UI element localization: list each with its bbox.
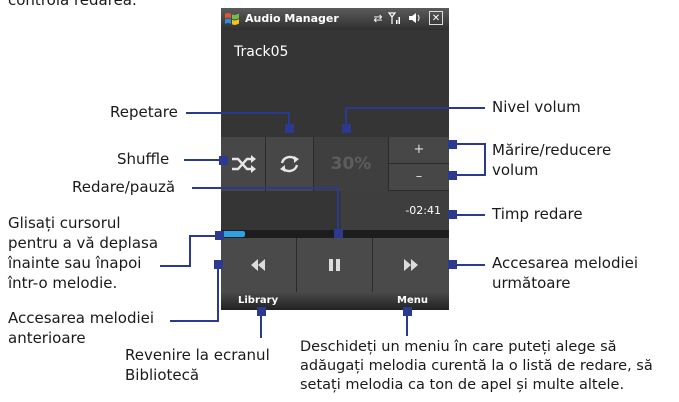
label-previous: Accesarea melodiei anterioare bbox=[8, 309, 155, 347]
label-volume-adjust: Mărire/reducere volum bbox=[492, 141, 612, 179]
label-shuffle: Shuffle bbox=[117, 150, 170, 168]
play-pause-button[interactable] bbox=[297, 238, 372, 292]
next-icon bbox=[404, 259, 418, 271]
callout-bracket-volume bbox=[484, 143, 486, 176]
callout-line-volume-down bbox=[455, 174, 485, 176]
callout-dot-seek bbox=[215, 231, 224, 240]
close-icon[interactable]: ✕ bbox=[429, 11, 443, 25]
seek-progress[interactable] bbox=[223, 231, 245, 237]
speaker-icon[interactable] bbox=[407, 11, 423, 27]
callout-line-volume-level bbox=[345, 107, 485, 109]
track-name: Track05 bbox=[234, 44, 289, 60]
audio-manager-screen: Audio Manager ⇄ ✕ Track05 30% + – -02:41 bbox=[221, 8, 449, 310]
label-menu: Deschideți un meniu în care puteți alege… bbox=[300, 339, 653, 393]
callout-line-volume-up bbox=[455, 143, 485, 145]
repeat-button[interactable] bbox=[266, 137, 313, 191]
callout-line-menu bbox=[406, 312, 408, 336]
signal-icon[interactable] bbox=[387, 11, 402, 27]
previous-icon bbox=[251, 259, 265, 271]
callout-dot-volume-level bbox=[342, 124, 351, 133]
callout-dot-shuffle bbox=[219, 156, 228, 165]
callout-line-play-pause-v bbox=[337, 187, 339, 231]
volume-down-button[interactable]: – bbox=[389, 164, 449, 190]
callout-line-volume-level-v bbox=[345, 107, 347, 125]
callout-line-next bbox=[455, 264, 485, 266]
title-bar: Audio Manager ⇄ ✕ bbox=[221, 8, 449, 30]
volume-up-button[interactable]: + bbox=[389, 137, 449, 163]
connectivity-icon[interactable]: ⇄ bbox=[371, 11, 385, 27]
callout-line-shuffle bbox=[184, 159, 222, 161]
next-button[interactable] bbox=[373, 238, 449, 292]
app-title: Audio Manager bbox=[245, 12, 339, 25]
repeat-icon bbox=[280, 155, 299, 173]
label-play-pause: Redare/pauză bbox=[72, 178, 176, 196]
volume-level-display: 30% bbox=[314, 137, 388, 191]
callout-line-play-pause bbox=[192, 187, 339, 189]
callout-dot-repeat bbox=[285, 124, 294, 133]
label-volume-level: Nivel volum bbox=[492, 98, 581, 116]
callout-line-repeat bbox=[186, 112, 289, 114]
top-caption: controla redarea. bbox=[8, 0, 137, 9]
label-play-time: Timp redare bbox=[492, 205, 583, 223]
label-next: Accesarea melodiei următoare bbox=[492, 254, 639, 292]
callout-line-library bbox=[260, 312, 262, 338]
previous-button[interactable] bbox=[221, 238, 296, 292]
time-remaining: -02:41 bbox=[405, 204, 441, 217]
callout-line-previous-v bbox=[217, 264, 219, 322]
callout-line-seek-v bbox=[189, 235, 191, 267]
label-seek: Glisați cursorul pentru a vă deplasa îna… bbox=[8, 214, 159, 292]
callout-line-previous bbox=[170, 320, 219, 322]
callout-line-play-time bbox=[455, 214, 485, 216]
windows-logo-icon[interactable] bbox=[224, 11, 240, 27]
callout-dot-play-pause bbox=[334, 229, 343, 238]
pause-icon bbox=[329, 259, 340, 271]
menu-softkey[interactable]: Menu bbox=[397, 293, 428, 309]
label-repeat: Repetare bbox=[110, 103, 178, 121]
label-library: Revenire la ecranul Bibliotecă bbox=[125, 346, 270, 384]
